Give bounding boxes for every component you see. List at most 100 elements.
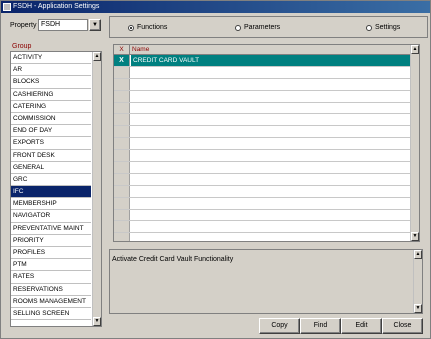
row-name-cell (131, 103, 411, 114)
column-header-name[interactable]: Name (132, 45, 149, 55)
row-name-cell: CREDIT CARD VAULT (131, 55, 411, 66)
copy-button[interactable]: Copy (259, 318, 300, 334)
row-x-cell[interactable] (114, 90, 130, 102)
table-row[interactable] (114, 221, 411, 234)
group-item[interactable]: ACTIVITY (11, 52, 91, 65)
row-x-cell[interactable] (114, 221, 130, 233)
group-item[interactable]: PREVENTATIVE MAINT (11, 223, 91, 235)
group-item[interactable]: IFC (11, 186, 91, 199)
table-row[interactable] (114, 90, 411, 103)
scroll-up-icon[interactable]: ▲ (414, 250, 422, 259)
app-icon (3, 3, 11, 11)
row-x-cell[interactable] (114, 185, 130, 197)
group-item[interactable]: PROFILES (11, 247, 91, 260)
group-item[interactable]: EXPORTS (11, 137, 91, 150)
row-x-cell[interactable] (114, 197, 130, 209)
group-item[interactable]: GENERAL (11, 162, 91, 174)
table-row[interactable] (114, 209, 411, 222)
table-row[interactable] (114, 138, 411, 151)
group-item[interactable]: CASHIERING (11, 89, 91, 101)
group-list[interactable]: ACTIVITY AR BLOCKS CASHIERING CATERING COMMIS… (10, 51, 102, 327)
description-text: Activate Credit Card Vault Functionality (112, 256, 234, 263)
group-item[interactable]: ROOMS MANAGEMENT (11, 296, 91, 308)
settings-radio[interactable]: Settings (366, 24, 400, 31)
table-row[interactable] (114, 162, 411, 174)
group-item[interactable]: MEMBERSHIP (11, 198, 91, 211)
group-item[interactable]: GRC (11, 174, 91, 187)
row-name-cell (131, 210, 411, 221)
group-item[interactable]: PRIORITY (11, 235, 91, 247)
row-name-cell (131, 198, 411, 209)
row-name-cell (131, 162, 411, 173)
row-x-cell[interactable] (114, 114, 130, 126)
parameters-radio[interactable]: Parameters (235, 24, 280, 31)
scroll-down-icon[interactable]: ▼ (93, 317, 101, 326)
row-x-cell[interactable]: X (114, 55, 130, 66)
scroll-down-icon[interactable]: ▼ (411, 232, 419, 241)
row-x-cell[interactable] (114, 150, 130, 162)
property-field[interactable]: FSDH (38, 19, 88, 31)
row-name-cell (131, 221, 411, 232)
grid-scrollbar[interactable]: ▲ ▼ (410, 45, 419, 241)
group-item[interactable]: PTM (11, 259, 91, 272)
row-x-cell[interactable] (114, 102, 130, 114)
row-name-cell (131, 91, 411, 102)
radio-dot-selected (128, 24, 134, 31)
scroll-down-icon[interactable]: ▼ (414, 304, 422, 313)
functions-radio[interactable]: Functions (128, 24, 167, 31)
table-row[interactable] (114, 197, 411, 210)
table-row[interactable] (114, 173, 411, 186)
window-title: FSDH - Application Settings (13, 3, 100, 10)
row-name-cell (131, 174, 411, 185)
group-item[interactable]: AR (11, 64, 91, 77)
table-row[interactable] (114, 150, 411, 163)
row-x-cell[interactable] (114, 209, 130, 221)
radio-dot (235, 24, 241, 31)
row-x-cell[interactable] (114, 66, 130, 78)
scroll-up-icon[interactable]: ▲ (93, 52, 101, 61)
close-button[interactable]: Close (382, 318, 423, 334)
title-bar: FSDH - Application Settings (1, 1, 430, 13)
table-row[interactable] (114, 114, 411, 127)
description-scrollbar[interactable]: ▲ ▼ (413, 250, 422, 313)
group-item[interactable]: CATERING (11, 101, 91, 113)
scroll-up-icon[interactable]: ▲ (411, 45, 419, 54)
property-dropdown-button[interactable]: ▼ (89, 19, 101, 31)
group-item[interactable]: COMMISSION (11, 113, 91, 126)
grid-header: X Name (114, 45, 411, 55)
group-item[interactable]: NAVIGATOR (11, 210, 91, 223)
row-x-cell[interactable] (114, 173, 130, 185)
table-row[interactable] (114, 102, 411, 115)
group-item[interactable]: SELLING SCREEN (11, 308, 91, 321)
group-item[interactable]: RESERVATIONS (11, 284, 91, 296)
table-row[interactable] (114, 66, 411, 79)
row-name-cell (131, 186, 411, 197)
group-scrollbar[interactable]: ▲ ▼ (92, 52, 101, 326)
row-x-cell[interactable] (114, 126, 130, 138)
row-x-cell[interactable] (114, 233, 130, 241)
group-item[interactable]: RATES (11, 271, 91, 284)
group-item[interactable]: BLOCKS (11, 76, 91, 89)
table-row[interactable] (114, 233, 411, 241)
property-label: Property (10, 22, 37, 29)
row-name-cell (131, 114, 411, 125)
table-row[interactable] (114, 126, 411, 139)
functions-grid: X Name X CREDIT CARD VAULT ▲ ▼ (113, 44, 420, 242)
table-row[interactable] (114, 185, 411, 198)
grid-rows: X CREDIT CARD VAULT (114, 55, 411, 241)
row-x-cell[interactable] (114, 162, 130, 173)
find-button[interactable]: Find (300, 318, 341, 334)
group-item[interactable]: FRONT DESK (11, 150, 91, 162)
group-label: Group (12, 43, 32, 50)
row-name-cell (131, 138, 411, 149)
column-header-x[interactable]: X (114, 45, 130, 55)
table-row[interactable]: X CREDIT CARD VAULT (114, 55, 411, 67)
application-settings-window: FSDH - Application Settings Property FSD… (0, 0, 431, 339)
settings-label: Settings (375, 24, 401, 31)
edit-button[interactable]: Edit (341, 318, 382, 334)
row-x-cell[interactable] (114, 138, 130, 150)
functions-label: Functions (137, 24, 168, 31)
table-row[interactable] (114, 78, 411, 91)
row-x-cell[interactable] (114, 78, 130, 90)
group-item[interactable]: END OF DAY (11, 125, 91, 138)
